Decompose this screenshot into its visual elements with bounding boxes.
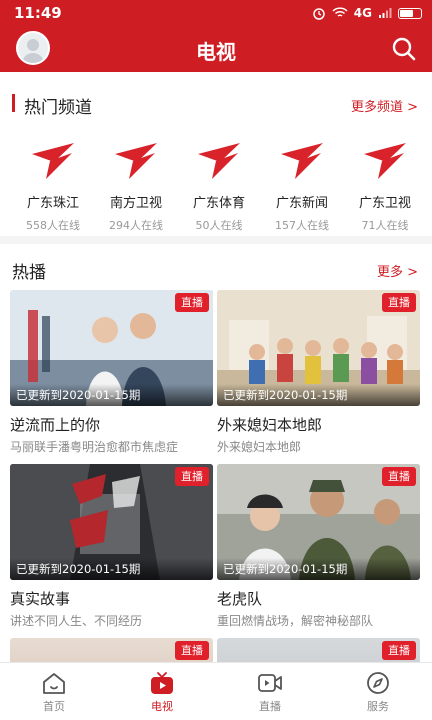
tv-icon: [151, 672, 173, 694]
compass-icon: [367, 672, 389, 694]
tab-label: 直播: [259, 700, 281, 713]
channel-viewers: 50人在线: [195, 219, 243, 232]
tab-live[interactable]: 直播: [216, 663, 324, 720]
channel-item[interactable]: 广东珠江 558人在线: [10, 140, 96, 233]
show-title: 逆流而上的你: [10, 416, 101, 434]
search-button[interactable]: [390, 35, 418, 63]
channel-name: 广东卫视: [358, 196, 411, 211]
status-time: 11:49: [14, 4, 62, 22]
channel-logo-icon: [281, 143, 323, 179]
search-icon: [392, 37, 416, 61]
show-subtitle: 马丽联手潘粤明治愈都市焦虑症: [10, 440, 179, 454]
channel-logo-icon: [198, 143, 240, 179]
status-bar: 11:49 4G: [0, 0, 432, 26]
section-accent-bar: [12, 94, 15, 112]
show-card[interactable]: 直播 已更新到2020-01-15期 老虎队 重回燃情战场，解密神秘部队: [217, 464, 420, 629]
tab-label: 电视: [151, 700, 173, 713]
live-badge: 直播: [382, 467, 416, 486]
channel-name: 广东体育: [192, 196, 245, 211]
channel-viewers: 294人在线: [109, 219, 163, 232]
show-card[interactable]: 直播 已更新到2020-01-15期 外来媳妇本地郎 外来媳妇本地郎: [217, 290, 420, 455]
more-channels-link[interactable]: 更多频道 >: [351, 96, 418, 115]
bottom-tab-bar: 首页 电视 直播 服务: [0, 662, 432, 720]
live-badge: 直播: [175, 641, 209, 660]
wifi-icon: [332, 7, 348, 17]
channel-item[interactable]: 广东卫视 71人在线: [342, 140, 428, 233]
update-label: 已更新到2020-01-15期: [10, 558, 213, 580]
section-divider: [0, 236, 432, 244]
channel-logo-icon: [364, 143, 406, 179]
channel-viewers: 71人在线: [361, 219, 409, 232]
channel-logo-icon: [115, 143, 157, 179]
show-thumbnail: 直播 已更新到2020-01-15期: [217, 464, 420, 580]
update-label: 已更新到2020-01-15期: [10, 384, 213, 406]
more-shows-link[interactable]: 更多 >: [377, 261, 418, 280]
channel-name: 南方卫视: [109, 196, 162, 211]
tab-services[interactable]: 服务: [324, 663, 432, 720]
show-subtitle: 重回燃情战场，解密神秘部队: [217, 614, 374, 628]
system-icons: 4G: [312, 3, 422, 23]
channel-item[interactable]: 广东新闻 157人在线: [259, 140, 345, 233]
alarm-icon: [313, 8, 325, 20]
channel-logo-icon: [32, 143, 74, 179]
channel-item[interactable]: 广东体育 50人在线: [176, 140, 262, 233]
section-title: 热门频道: [24, 98, 92, 118]
channel-viewers: 558人在线: [26, 219, 80, 232]
signal-icon: [379, 8, 392, 18]
section-title: 热播: [12, 263, 46, 283]
live-video-icon: [258, 674, 282, 692]
show-thumbnail: 直播 已更新到2020-01-15期: [217, 290, 420, 406]
update-label: 已更新到2020-01-15期: [217, 384, 420, 406]
update-label: 已更新到2020-01-15期: [217, 558, 420, 580]
battery-icon: [398, 7, 422, 19]
tab-home[interactable]: 首页: [0, 663, 108, 720]
tab-label: 首页: [43, 700, 65, 713]
show-title: 真实故事: [10, 590, 71, 608]
live-badge: 直播: [175, 293, 209, 312]
live-badge: 直播: [382, 641, 416, 660]
tab-label: 服务: [367, 700, 389, 713]
page-title: 电视: [196, 40, 236, 64]
channels-section-header: 热门频道 更多频道 >: [0, 88, 432, 118]
live-badge: 直播: [382, 293, 416, 312]
channel-viewers: 157人在线: [275, 219, 329, 232]
show-subtitle: 外来媳妇本地郎: [217, 440, 302, 454]
channel-name: 广东珠江: [26, 196, 79, 211]
hot-section-header: 热播 更多 >: [0, 253, 432, 283]
app-header: 电视: [0, 26, 432, 72]
network-type: 4G: [353, 6, 372, 20]
show-title: 外来媳妇本地郎: [217, 416, 323, 434]
show-card[interactable]: 直播 已更新到2020-01-15期 真实故事 讲述不同人生、不同经历: [10, 464, 213, 629]
tab-tv[interactable]: 电视: [108, 663, 216, 720]
channel-item[interactable]: 南方卫视 294人在线: [93, 140, 179, 233]
home-icon: [43, 673, 65, 694]
channel-name: 广东新闻: [275, 196, 328, 211]
live-badge: 直播: [175, 467, 209, 486]
show-thumbnail: 直播 已更新到2020-01-15期: [10, 464, 213, 580]
show-title: 老虎队: [217, 590, 263, 608]
show-card[interactable]: 直播 已更新到2020-01-15期 逆流而上的你 马丽联手潘粤明治愈都市焦虑症: [10, 290, 213, 455]
show-subtitle: 讲述不同人生、不同经历: [10, 614, 143, 628]
show-thumbnail: 直播 已更新到2020-01-15期: [10, 290, 213, 406]
